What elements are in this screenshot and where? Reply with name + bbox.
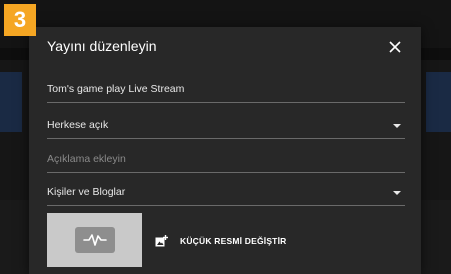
category-select[interactable]: Kişiler ve Bloglar bbox=[47, 182, 405, 206]
description-field[interactable]: Açıklama ekleyin bbox=[47, 149, 405, 173]
privacy-select[interactable]: Herkese açık bbox=[47, 115, 405, 139]
background-strip-right bbox=[421, 200, 451, 274]
live-pulse-icon bbox=[74, 227, 115, 253]
stream-title-value: Tom's game play Live Stream bbox=[47, 83, 185, 95]
arrow-drop-down-icon bbox=[393, 124, 401, 128]
background-strip-left bbox=[0, 200, 30, 274]
dialog-title: Yayını düzenleyin bbox=[47, 38, 157, 54]
change-thumbnail-label: KÜÇÜK RESMİ DEĞİŞTİR bbox=[180, 236, 287, 246]
add-photo-icon bbox=[155, 234, 168, 246]
change-thumbnail-button[interactable]: KÜÇÜK RESMİ DEĞİŞTİR bbox=[155, 234, 286, 248]
privacy-value: Herkese açık bbox=[47, 119, 109, 131]
dialog-header: Yayını düzenleyin bbox=[29, 27, 421, 67]
category-value: Kişiler ve Bloglar bbox=[47, 186, 126, 198]
background-button-left bbox=[0, 72, 22, 132]
step-badge: 3 bbox=[4, 4, 36, 36]
close-icon bbox=[389, 41, 401, 53]
thumbnail-preview bbox=[47, 213, 142, 267]
close-button[interactable] bbox=[385, 37, 405, 57]
description-placeholder: Açıklama ekleyin bbox=[47, 153, 126, 165]
arrow-drop-down-icon bbox=[393, 191, 401, 195]
edit-stream-dialog: Yayını düzenleyin Tom's game play Live S… bbox=[29, 27, 421, 274]
stream-title-field[interactable]: Tom's game play Live Stream bbox=[47, 79, 405, 103]
background-button-right bbox=[426, 72, 451, 132]
